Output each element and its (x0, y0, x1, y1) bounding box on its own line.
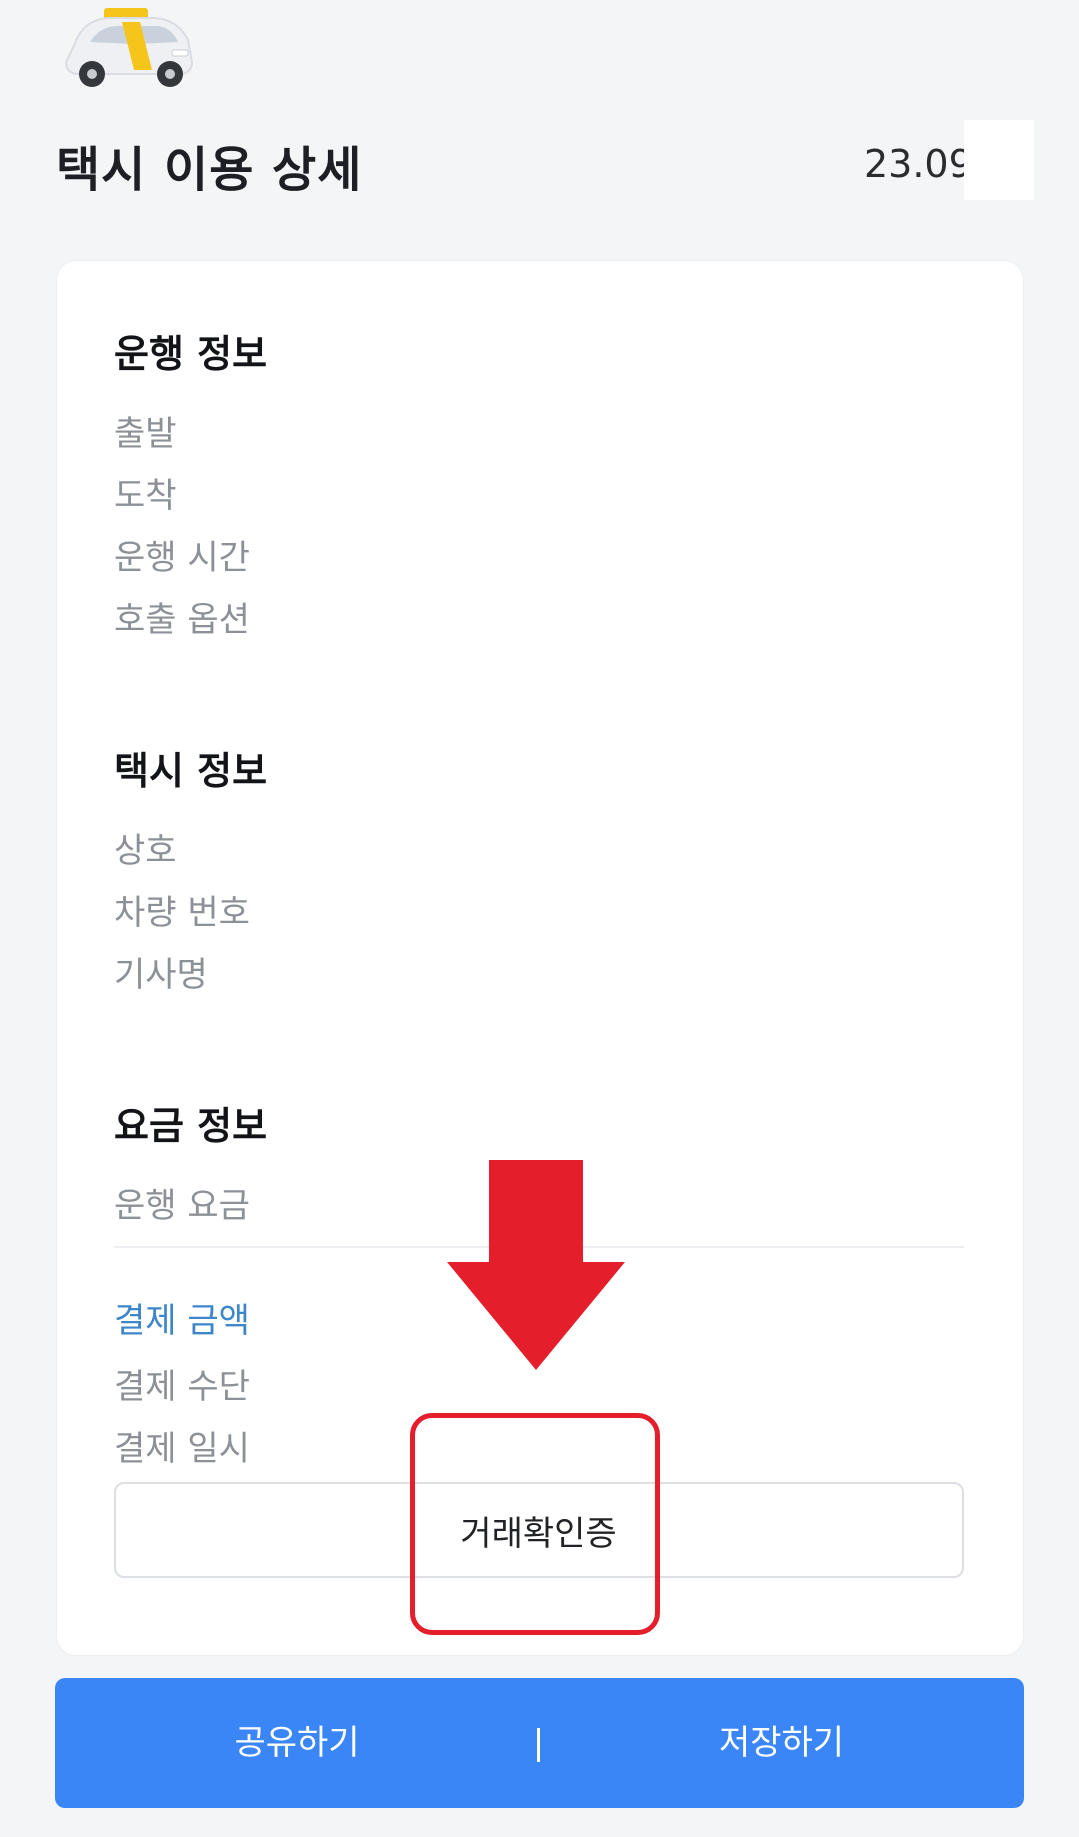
trip-info-heading: 운행 정보 (114, 332, 268, 376)
call-option-label: 호출 옵션 (114, 600, 250, 640)
fare-label: 운행 요금 (114, 1186, 250, 1226)
bottom-action-bar: 공유하기 저장하기 (55, 1678, 1024, 1808)
payment-method-label: 결제 수단 (114, 1367, 250, 1407)
departure-label: 출발 (114, 414, 177, 454)
company-name-label: 상호 (114, 831, 177, 871)
fare-info-heading: 요금 정보 (114, 1104, 268, 1148)
taxi-icon (64, 8, 194, 87)
payment-amount-label: 결제 금액 (114, 1301, 250, 1341)
save-button[interactable]: 저장하기 (539, 1678, 1024, 1808)
highlight-box (410, 1413, 660, 1635)
trip-date: 23.09 (864, 142, 973, 186)
red-arrow-down-icon (447, 1160, 625, 1370)
vehicle-number-label: 차량 번호 (114, 893, 250, 933)
trip-time-label: 운행 시간 (114, 538, 250, 578)
page-title: 택시 이용 상세 (56, 142, 363, 198)
driver-name-label: 기사명 (114, 955, 208, 995)
redaction-box (964, 120, 1034, 200)
taxi-info-heading: 택시 정보 (114, 749, 268, 793)
payment-date-label: 결제 일시 (114, 1429, 250, 1469)
arrival-label: 도착 (114, 476, 177, 516)
share-button[interactable]: 공유하기 (55, 1678, 539, 1808)
